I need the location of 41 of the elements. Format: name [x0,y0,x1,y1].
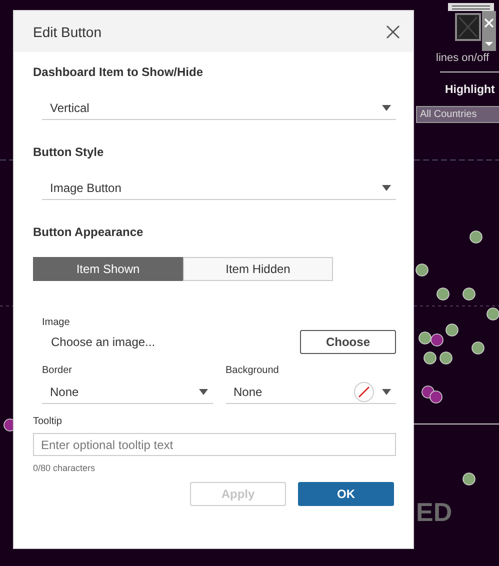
data-point [418,332,432,344]
data-point [462,472,476,486]
no-color-icon [354,382,374,402]
caret-icon [382,104,391,110]
ok-button[interactable]: OK [298,482,394,506]
tooltip-field[interactable]: Enter optional tooltip text [33,433,396,456]
data-point [470,230,482,244]
field-label: Border [42,365,74,376]
image-path-text: Choose an image... [50,335,156,349]
caret-icon [198,388,208,394]
data-point [446,324,458,336]
dialog-title: Edit Button [33,24,102,40]
field-label: Background [226,365,280,376]
toggle-label: lines on/off [436,52,490,64]
section-heading: Button Appearance [33,225,144,240]
background-dropdown[interactable]: None [226,380,396,404]
highlight-dropdown[interactable]: All Countries [416,106,499,123]
border-dropdown[interactable]: None [42,380,212,404]
data-point [486,308,499,320]
quadrant-label: ED [416,497,452,528]
data-point [462,288,476,300]
close-icon[interactable] [386,24,400,38]
data-point [424,352,436,364]
data-point [440,352,452,364]
section-heading: Dashboard Item to Show/Hide [33,65,204,80]
data-point [430,390,442,404]
filter-title: Highlight [445,84,495,96]
choose-button[interactable]: Choose [300,330,396,354]
character-count: 0/80 characters [33,463,96,473]
data-point [472,342,484,354]
field-label: Image [42,317,71,328]
data-point [430,334,444,346]
caret-icon [382,388,391,394]
data-point [436,288,450,300]
section-heading: Button Style [33,145,105,160]
field-label: Tooltip [33,416,63,427]
caret-icon [382,184,391,190]
toggle-tab[interactable]: Item Shown [33,257,183,281]
toggle-tab[interactable]: Item Hidden [183,257,333,281]
style-dropdown[interactable]: Image Button [42,176,396,200]
item-dropdown[interactable]: Vertical [42,96,396,120]
